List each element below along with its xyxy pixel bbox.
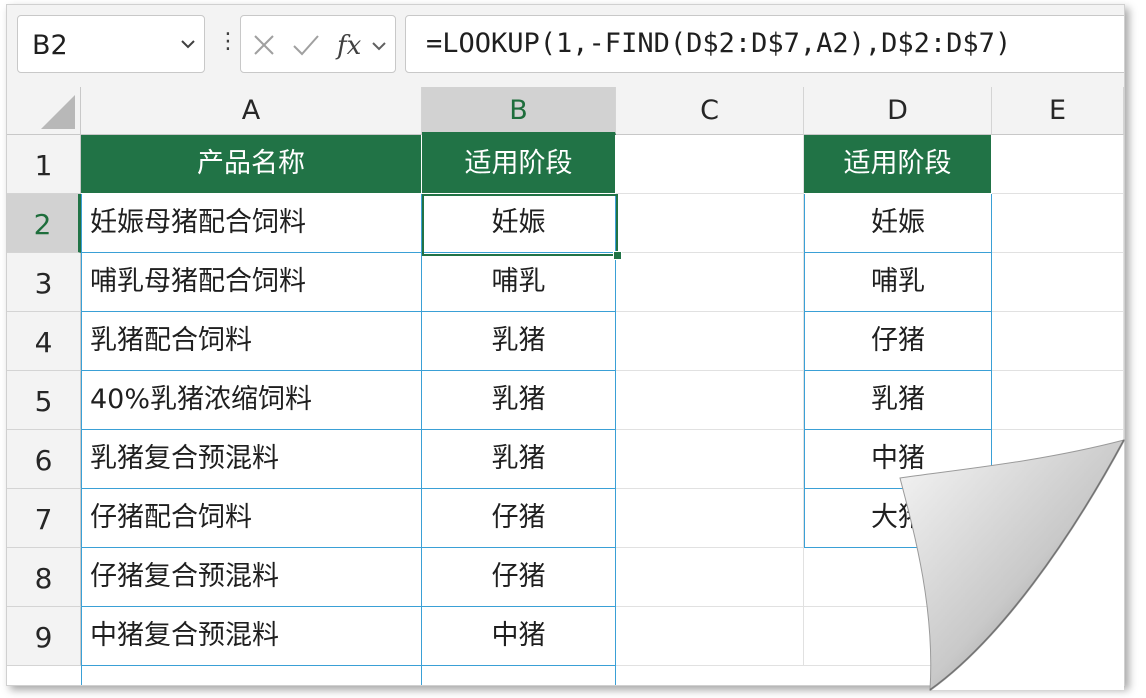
cell-b10[interactable] [422,666,616,685]
chevron-down-icon[interactable] [371,40,387,52]
column-header-c[interactable]: C [616,87,804,135]
name-box-value: B2 [32,30,68,61]
fx-icon[interactable]: fx [335,28,367,62]
cell-b8[interactable]: 仔猪 [422,548,616,607]
more-options-icon[interactable]: ⋮ [217,31,239,57]
cell-d4[interactable]: 仔猪 [804,312,992,371]
cell-e9[interactable] [992,607,1124,666]
cell-b5[interactable]: 乳猪 [422,371,616,430]
cell-e1[interactable] [992,135,1124,194]
column-header-d[interactable]: D [804,87,992,135]
cell-a1[interactable]: 产品名称 [81,135,422,194]
cell-e8[interactable] [992,548,1124,607]
row-header-8[interactable]: 8 [7,548,81,607]
cell-d8[interactable] [804,548,992,607]
cell-c7[interactable] [616,489,804,548]
cell-a9[interactable]: 中猪复合预混料 [81,607,422,666]
cell-b9[interactable]: 中猪 [422,607,616,666]
cell-a2[interactable]: 妊娠母猪配合饲料 [81,194,422,253]
cell-d6[interactable]: 中猪 [804,430,992,489]
cell-b6[interactable]: 乳猪 [422,430,616,489]
cell-c9[interactable] [616,607,804,666]
column-header-b[interactable]: B [422,87,616,135]
cell-a7[interactable]: 仔猪配合饲料 [81,489,422,548]
cell-a10[interactable] [81,666,422,685]
cell-a8[interactable]: 仔猪复合预混料 [81,548,422,607]
column-header-a[interactable]: A [81,87,422,135]
svg-text:fx: fx [335,31,362,61]
cell-d5[interactable]: 乳猪 [804,371,992,430]
cell-e2[interactable] [992,194,1124,253]
worksheet-grid: A B C D E 1 2 3 4 5 6 7 8 9 产品名称 适用阶段 适用… [7,87,1124,685]
cell-c3[interactable] [616,253,804,312]
cell-e3[interactable] [992,253,1124,312]
cell-a5[interactable]: 40%乳猪浓缩饲料 [81,371,422,430]
cell-a3[interactable]: 哺乳母猪配合饲料 [81,253,422,312]
select-all-triangle-icon [41,95,75,129]
cell-d1[interactable]: 适用阶段 [804,135,992,194]
formula-bar: B2 ⋮ fx =LOOKUP(1,-FIND(D$2:D$7,A2),D$2:… [7,5,1124,87]
cancel-icon[interactable] [251,32,277,58]
cell-a6[interactable]: 乳猪复合预混料 [81,430,422,489]
row-header-4[interactable]: 4 [7,312,81,371]
cell-c6[interactable] [616,430,804,489]
cell-b4[interactable]: 乳猪 [422,312,616,371]
cell-d9[interactable] [804,607,992,666]
formula-controls: fx [240,15,396,73]
fill-handle[interactable] [613,251,622,260]
cell-e5[interactable] [992,371,1124,430]
cell-d7[interactable]: 大猪 [804,489,992,548]
cell-b7[interactable]: 仔猪 [422,489,616,548]
row-header-1[interactable]: 1 [7,135,81,194]
cell-d2[interactable]: 妊娠 [804,194,992,253]
cell-b2[interactable]: 妊娠 [422,194,616,253]
row-header-2[interactable]: 2 [7,194,81,253]
row-header-7[interactable]: 7 [7,489,81,548]
cell-b3[interactable]: 哺乳 [422,253,616,312]
spreadsheet-window: B2 ⋮ fx =LOOKUP(1,-FIND(D$2:D$7,A2),D$2:… [6,4,1125,686]
chevron-down-icon[interactable] [180,38,196,50]
cell-b1[interactable]: 适用阶段 [422,135,616,194]
cell-c5[interactable] [616,371,804,430]
select-all-corner[interactable] [7,87,81,135]
cell-e6[interactable] [992,430,1124,489]
row-header-9[interactable]: 9 [7,607,81,666]
formula-text: =LOOKUP(1,-FIND(D$2:D$7,A2),D$2:D$7) [426,28,1012,59]
cell-c8[interactable] [616,548,804,607]
cell-d3[interactable]: 哺乳 [804,253,992,312]
row-header-5[interactable]: 5 [7,371,81,430]
cell-c2[interactable] [616,194,804,253]
name-box[interactable]: B2 [17,15,205,73]
cell-e7[interactable] [992,489,1124,548]
row-header-3[interactable]: 3 [7,253,81,312]
cell-a4[interactable]: 乳猪配合饲料 [81,312,422,371]
formula-input[interactable]: =LOOKUP(1,-FIND(D$2:D$7,A2),D$2:D$7) [405,15,1124,73]
cell-c4[interactable] [616,312,804,371]
confirm-icon[interactable] [291,32,321,58]
cell-c1[interactable] [616,135,804,194]
row-header-6[interactable]: 6 [7,430,81,489]
column-header-e[interactable]: E [992,87,1124,135]
cell-e4[interactable] [992,312,1124,371]
